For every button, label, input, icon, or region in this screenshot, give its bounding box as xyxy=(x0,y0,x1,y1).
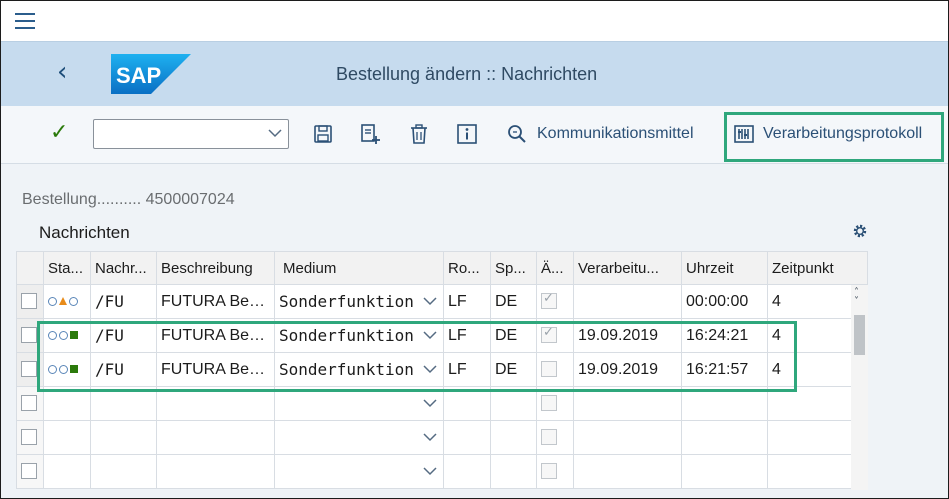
geaendert-checkbox[interactable] xyxy=(541,429,557,446)
rolle-cell[interactable] xyxy=(443,454,491,489)
beschreibung-cell xyxy=(156,420,275,455)
geaendert-checkbox[interactable] xyxy=(541,463,557,480)
select-all-header[interactable] xyxy=(16,251,44,285)
chevron-down-icon xyxy=(268,129,282,138)
sap-logo-text: SAP xyxy=(116,63,161,88)
delete-icon[interactable] xyxy=(408,123,430,145)
page-title: Bestellung ändern :: Nachrichten xyxy=(336,64,598,84)
search-icon[interactable] xyxy=(506,123,528,145)
row-checkbox[interactable] xyxy=(21,429,37,446)
highlight-box-toolbar xyxy=(724,112,944,162)
column-header[interactable]: Medium xyxy=(274,251,444,285)
table-header-row: Sta... Nachr... Beschreibung Medium Ro..… xyxy=(16,251,868,285)
row-checkbox[interactable] xyxy=(21,327,37,344)
status-cell xyxy=(43,284,91,319)
column-header[interactable]: Sp... xyxy=(490,251,537,285)
row-select[interactable] xyxy=(16,454,44,489)
scrollbar-thumb[interactable] xyxy=(854,315,865,355)
medium-select[interactable]: Sonderfunktion xyxy=(274,284,444,319)
nachricht-cell[interactable]: /FU xyxy=(90,284,157,319)
bestellung-value: 4500007024 xyxy=(145,191,235,208)
row-checkbox[interactable] xyxy=(21,361,37,378)
column-header[interactable]: Ro... xyxy=(443,251,491,285)
geaendert-checkbox-checked[interactable]: ✓ xyxy=(541,291,557,310)
status-cell xyxy=(43,420,91,455)
confirm-check-icon[interactable]: ✓ xyxy=(50,120,68,145)
sap-logo: SAP xyxy=(111,54,191,94)
sprache-cell[interactable]: DE xyxy=(490,284,537,319)
medium-value: Sonderfunktion xyxy=(279,292,414,311)
table-row-empty[interactable] xyxy=(16,420,868,455)
okcode-combo[interactable] xyxy=(93,119,289,149)
medium-select[interactable] xyxy=(274,420,444,455)
uhrzeit-cell xyxy=(681,454,768,489)
column-header[interactable]: Beschreibung xyxy=(156,251,275,285)
row-checkbox[interactable] xyxy=(21,395,37,412)
geaendert-cell[interactable] xyxy=(536,420,574,455)
rolle-cell[interactable] xyxy=(443,420,491,455)
status-yellow-icon xyxy=(48,296,78,306)
beschreibung-cell xyxy=(156,454,275,489)
shell-bar xyxy=(1,1,948,41)
back-icon[interactable]: ‹ xyxy=(57,59,67,85)
column-header[interactable]: Nachr... xyxy=(90,251,157,285)
row-select[interactable] xyxy=(16,284,44,319)
geaendert-cell[interactable]: ✓ xyxy=(536,284,574,319)
sprache-cell[interactable] xyxy=(490,454,537,489)
bestellung-field: Bestellung.......... 4500007024 xyxy=(22,191,235,209)
table-row[interactable]: /FU FUTURA Best... Sonderfunktion LF DE … xyxy=(16,284,868,319)
row-checkbox[interactable] xyxy=(21,293,37,310)
column-header[interactable]: Sta... xyxy=(43,251,91,285)
info-icon[interactable] xyxy=(456,123,478,145)
title-bar: ‹ SAP Bestellung ändern :: Nachrichten xyxy=(1,41,948,107)
rolle-cell[interactable]: LF xyxy=(443,284,491,319)
bestellung-label: Bestellung.......... xyxy=(22,191,142,208)
scroll-arrows-icon[interactable]: ˄ ˅ xyxy=(854,288,859,307)
verarbeitungsdatum-cell xyxy=(573,454,682,489)
status-cell xyxy=(43,454,91,489)
chevron-down-icon[interactable] xyxy=(423,296,437,306)
column-header[interactable]: Verarbeitu... xyxy=(573,251,682,285)
beschreibung-cell: FUTURA Best... xyxy=(156,284,275,319)
verarbeitungsdatum-cell xyxy=(573,420,682,455)
kommunikationsmittel-button[interactable]: Kommunikationsmittel xyxy=(537,125,694,143)
vertical-scrollbar[interactable]: ˄ ˅ xyxy=(851,285,868,490)
verarbeitungsdatum-cell xyxy=(573,284,682,319)
window: ‹ SAP Bestellung ändern :: Nachrichten ✓ xyxy=(0,0,949,499)
geaendert-checkbox[interactable] xyxy=(541,395,557,412)
chevron-down-icon[interactable] xyxy=(423,432,437,442)
menu-icon[interactable] xyxy=(15,13,35,29)
geaendert-cell[interactable] xyxy=(536,454,574,489)
column-header[interactable]: Zeitpunkt xyxy=(767,251,868,285)
row-select[interactable] xyxy=(16,420,44,455)
add-document-icon[interactable] xyxy=(359,123,381,145)
nachricht-cell[interactable] xyxy=(90,420,157,455)
row-checkbox[interactable] xyxy=(21,463,37,480)
column-header[interactable]: Ä... xyxy=(536,251,574,285)
uhrzeit-cell: 00:00:00 xyxy=(681,284,768,319)
sprache-cell[interactable] xyxy=(490,420,537,455)
medium-select[interactable] xyxy=(274,454,444,489)
section-title: Nachrichten xyxy=(39,223,130,242)
column-header[interactable]: Uhrzeit xyxy=(681,251,768,285)
highlight-box-rows xyxy=(37,321,797,392)
nachricht-cell[interactable] xyxy=(90,454,157,489)
chevron-down-icon[interactable] xyxy=(423,398,437,408)
chevron-down-icon[interactable] xyxy=(423,466,437,476)
table-row-empty[interactable] xyxy=(16,454,868,489)
gear-icon[interactable] xyxy=(852,223,868,239)
save-icon[interactable] xyxy=(312,123,334,145)
uhrzeit-cell xyxy=(681,420,768,455)
